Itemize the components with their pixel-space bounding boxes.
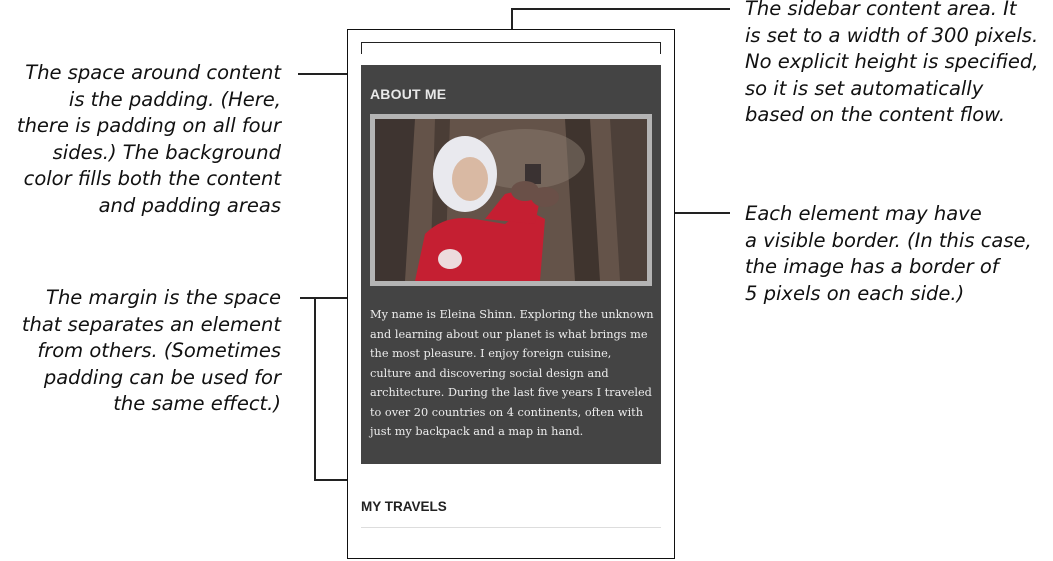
margin-annotation: The margin is the space that separates a… [21, 286, 281, 415]
about-me-heading: ABOUT ME [370, 86, 447, 102]
my-travels-heading: MY TRAVELS [361, 499, 447, 514]
about-me-text: My name is Eleina Shinn. Exploring the u… [370, 308, 654, 438]
my-travels-divider [361, 527, 661, 528]
padding-annotation: The space around content is the padding.… [16, 61, 281, 217]
profile-photo [370, 114, 652, 286]
border-annotation: Each element may have a visible border. … [745, 202, 1032, 305]
margin-leader-vertical [314, 297, 316, 480]
content-leader-line-h [511, 8, 730, 10]
content-width-bracket [361, 42, 661, 54]
profile-photo-illustration [375, 119, 647, 281]
content-area-annotation: The sidebar content area. It is set to a… [745, 0, 1039, 126]
